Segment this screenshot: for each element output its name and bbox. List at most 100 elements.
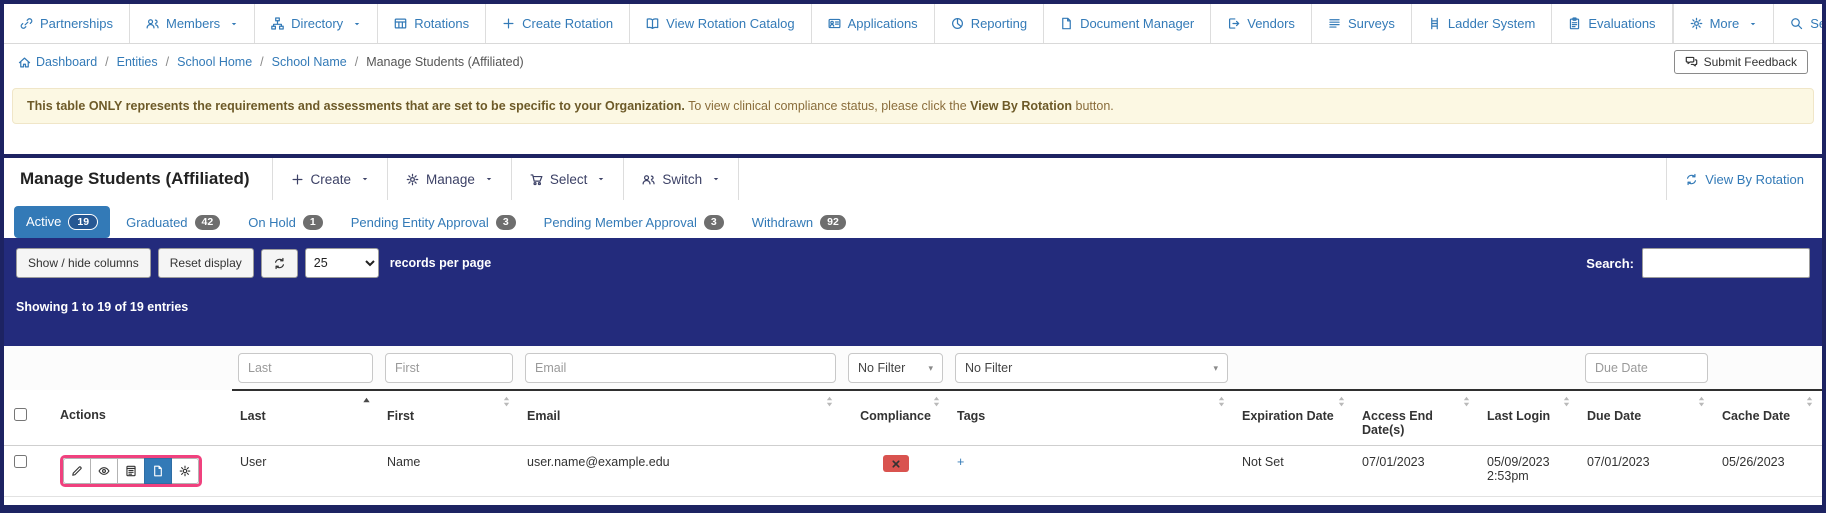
sort-icon[interactable] <box>1696 396 1707 407</box>
action-cardlist-button[interactable] <box>117 458 145 484</box>
action-doc-button[interactable] <box>144 458 172 484</box>
gear-icon <box>1690 17 1703 30</box>
sort-ascending-icon[interactable] <box>361 396 372 407</box>
nav-item-rotations[interactable]: Rotations <box>378 4 486 43</box>
breadcrumb-link-school-name[interactable]: School Name <box>272 55 347 69</box>
nav-item-surveys[interactable]: Surveys <box>1312 4 1412 43</box>
filter-select-tags[interactable]: No Filter▾ <box>955 353 1228 383</box>
nav-item-reporting[interactable]: Reporting <box>935 4 1044 43</box>
tab-withdrawn[interactable]: Withdrawn92 <box>740 207 858 238</box>
sort-icon[interactable] <box>824 396 835 407</box>
view-by-rotation-button[interactable]: View By Rotation <box>1666 158 1822 200</box>
header-cell-cache-date[interactable]: Cache Date <box>1714 390 1822 446</box>
header-cell-access-end-date-s-[interactable]: Access End Date(s) <box>1354 390 1479 446</box>
action-gear-button[interactable] <box>171 509 199 513</box>
header-cell-email[interactable]: Email <box>519 390 842 446</box>
filter-cell-empty <box>1354 346 1479 390</box>
filter-select-compliance[interactable]: No Filter▾ <box>848 353 943 383</box>
header-cell-due-date[interactable]: Due Date <box>1579 390 1714 446</box>
sort-icon[interactable] <box>931 396 942 407</box>
tab-count-badge: 3 <box>704 215 724 230</box>
filter-input-first[interactable] <box>385 353 513 383</box>
table-toolbar: Show / hide columns Reset display 25 rec… <box>4 238 1822 346</box>
nav-item-ladder-system[interactable]: Ladder System <box>1412 4 1552 43</box>
nav-item-vendors[interactable]: Vendors <box>1211 4 1312 43</box>
nav-item-view-rotation-catalog[interactable]: View Rotation Catalog <box>630 4 811 43</box>
nav-item-create-rotation[interactable]: Create Rotation <box>486 4 630 43</box>
filter-input-last[interactable] <box>238 353 373 383</box>
header-cell-tags[interactable]: Tags <box>949 390 1234 446</box>
header-cell-last-login[interactable]: Last Login <box>1479 390 1579 446</box>
filter-input-due-date[interactable] <box>1585 353 1708 383</box>
sort-icon[interactable] <box>1216 396 1227 407</box>
action-gear-button[interactable] <box>171 458 199 484</box>
action-eye-button[interactable] <box>90 458 118 484</box>
row-select-cell <box>4 497 52 513</box>
show-hide-columns-button[interactable]: Show / hide columns <box>16 248 151 278</box>
users-icon <box>146 17 159 30</box>
header-menu-select[interactable]: Select <box>511 158 624 200</box>
tab-pending-entity-approval[interactable]: Pending Entity Approval3 <box>339 207 528 238</box>
action-doc-button[interactable] <box>144 509 172 513</box>
tab-graduated[interactable]: Graduated42 <box>114 207 232 238</box>
action-cardlist-button[interactable] <box>117 509 145 513</box>
status-tabs: Active19Graduated42On Hold1Pending Entit… <box>4 200 1822 238</box>
column-label: Email <box>527 409 560 423</box>
tab-active[interactable]: Active19 <box>14 206 110 239</box>
column-label: Due Date <box>1587 409 1641 423</box>
cache-date-cell: 05/26/2023 <box>1714 497 1822 513</box>
nav-item-applications[interactable]: Applications <box>812 4 935 43</box>
header-menu-manage[interactable]: Manage <box>387 158 511 200</box>
nav-item-search[interactable]: Search <box>1774 4 1826 43</box>
column-label: First <box>387 409 414 423</box>
column-label: Last Login <box>1487 409 1550 423</box>
filter-input-email[interactable] <box>525 353 836 383</box>
nav-item-evaluations[interactable]: Evaluations <box>1552 4 1672 43</box>
breadcrumb-link-entities[interactable]: Entities <box>117 55 158 69</box>
nav-item-label: Create Rotation <box>522 16 613 31</box>
submit-feedback-button[interactable]: Submit Feedback <box>1674 50 1808 74</box>
row-checkbox[interactable] <box>14 506 27 513</box>
sort-icon[interactable] <box>1561 396 1572 407</box>
tag-link[interactable]: + <box>957 455 964 469</box>
action-eye-button[interactable] <box>90 509 118 513</box>
tag-link[interactable]: Re-admits <box>957 506 1014 513</box>
sort-icon[interactable] <box>1804 396 1815 407</box>
tab-on-hold[interactable]: On Hold1 <box>236 207 335 238</box>
nav-item-more[interactable]: More <box>1674 4 1775 43</box>
students-table: No Filter▾ No Filter▾ Actions Last First Ema… <box>4 346 1822 513</box>
nav-item-partnerships[interactable]: Partnerships <box>4 4 130 43</box>
tab-label: Pending Member Approval <box>544 215 697 230</box>
header-menu-create[interactable]: Create <box>272 158 388 200</box>
header-cell-compliance[interactable]: Compliance <box>842 390 949 446</box>
header-cell-expiration-date[interactable]: Expiration Date <box>1234 390 1354 446</box>
row-checkbox[interactable] <box>14 455 27 468</box>
doc-icon <box>152 465 164 477</box>
column-label: Actions <box>60 408 106 422</box>
reset-display-button[interactable]: Reset display <box>158 248 254 278</box>
refresh-button[interactable] <box>261 249 298 278</box>
header-menu-switch[interactable]: Switch <box>623 158 739 200</box>
sort-icon[interactable] <box>501 396 512 407</box>
nav-item-label: Search <box>1810 16 1826 31</box>
action-pencil-button[interactable] <box>63 509 91 513</box>
breadcrumb-link-school-home[interactable]: School Home <box>177 55 252 69</box>
nav-item-members[interactable]: Members <box>130 4 255 43</box>
breadcrumb-separator: / <box>166 55 169 69</box>
page-size-select[interactable]: 25 <box>305 248 379 278</box>
select-all-checkbox[interactable] <box>14 408 27 421</box>
banner-text: To view clinical compliance status, plea… <box>685 99 970 113</box>
header-cell-first[interactable]: First <box>379 390 519 446</box>
tab-pending-member-approval[interactable]: Pending Member Approval 3 <box>532 207 736 238</box>
header-cell-last[interactable]: Last <box>232 390 379 446</box>
breadcrumb-link-dashboard[interactable]: Dashboard <box>18 55 97 69</box>
sort-icon[interactable] <box>1461 396 1472 407</box>
nav-item-directory[interactable]: Directory <box>255 4 378 43</box>
last-name-cell: User <box>232 446 379 497</box>
sort-icon[interactable] <box>1336 396 1347 407</box>
search-input[interactable] <box>1642 248 1810 278</box>
x-icon <box>891 459 901 469</box>
action-pencil-button[interactable] <box>63 458 91 484</box>
signout-icon <box>1227 17 1240 30</box>
nav-item-document-manager[interactable]: Document Manager <box>1044 4 1211 43</box>
